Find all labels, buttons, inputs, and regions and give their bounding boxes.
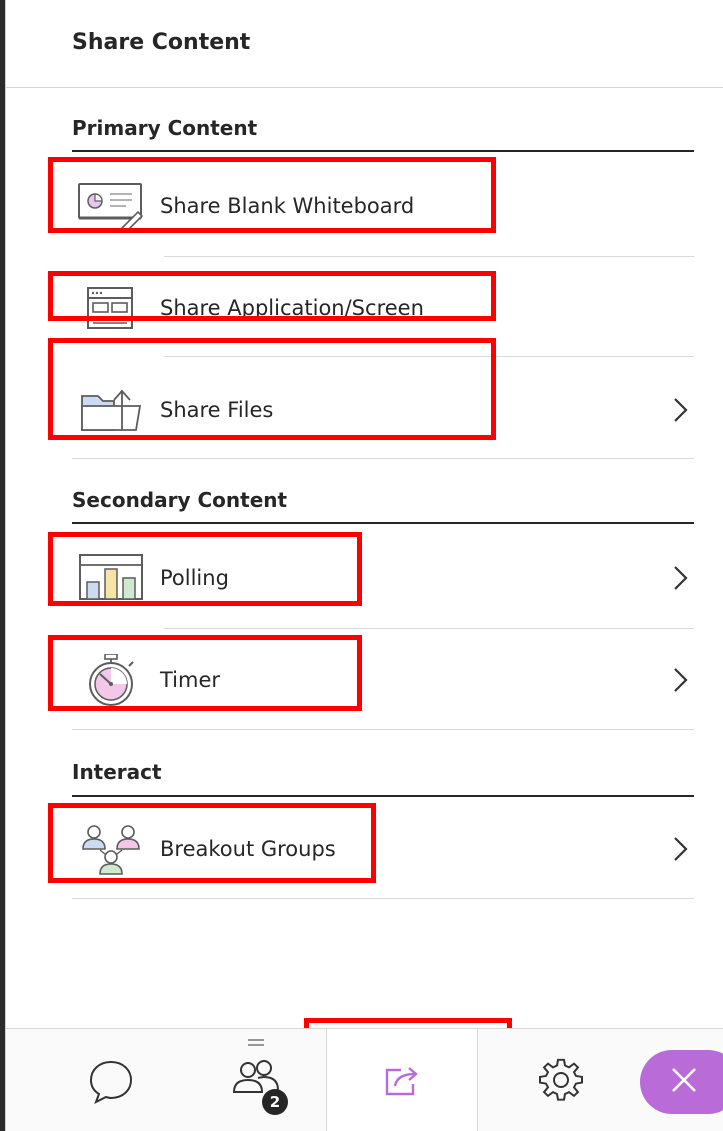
section-title-primary: Primary Content <box>72 116 258 140</box>
chevron-right-icon <box>672 564 690 592</box>
bottom-toolbar: 2 <box>6 1028 723 1131</box>
share-application-screen-item[interactable]: Share Application/Screen <box>72 268 694 348</box>
share-files-item[interactable]: Share Files <box>72 370 694 450</box>
section-divider <box>72 458 694 459</box>
chat-button[interactable] <box>66 1029 156 1131</box>
item-divider <box>164 256 694 257</box>
stopwatch-icon <box>78 653 144 706</box>
polling-label: Polling <box>160 566 229 590</box>
close-button[interactable] <box>640 1050 723 1114</box>
attendees-button[interactable]: 2 <box>206 1029 306 1131</box>
folder-upload-icon <box>78 384 144 436</box>
chevron-right-icon <box>672 666 690 694</box>
item-divider <box>164 628 694 629</box>
breakout-groups-icon <box>78 823 144 875</box>
share-content-panel: Share Content Primary Content Share Blan… <box>5 0 723 1131</box>
close-icon <box>670 1066 698 1098</box>
polling-item[interactable]: Polling <box>72 538 694 618</box>
item-divider <box>164 356 694 357</box>
panel-title: Share Content <box>72 30 251 55</box>
section-divider <box>72 729 694 730</box>
chevron-right-icon <box>672 835 690 863</box>
section-rule-interact <box>72 795 694 797</box>
share-content-button[interactable] <box>326 1029 478 1131</box>
panel-header: Share Content <box>6 0 723 88</box>
application-window-icon <box>78 282 144 334</box>
share-application-screen-label: Share Application/Screen <box>160 296 424 320</box>
section-rule-secondary <box>72 522 694 524</box>
drag-handle-icon <box>248 1039 264 1047</box>
attendees-count-badge: 2 <box>262 1089 288 1115</box>
gear-icon <box>538 1058 584 1104</box>
settings-button[interactable] <box>526 1029 596 1131</box>
timer-label: Timer <box>160 668 221 692</box>
breakout-groups-item[interactable]: Breakout Groups <box>72 809 694 889</box>
section-divider <box>72 898 694 899</box>
whiteboard-icon <box>78 180 144 233</box>
share-files-label: Share Files <box>160 398 274 422</box>
section-rule-primary <box>72 150 694 152</box>
share-blank-whiteboard-item[interactable]: Share Blank Whiteboard <box>72 166 694 246</box>
section-title-secondary: Secondary Content <box>72 488 288 512</box>
poll-chart-icon <box>78 552 144 605</box>
breakout-groups-label: Breakout Groups <box>160 837 336 861</box>
share-blank-whiteboard-label: Share Blank Whiteboard <box>160 194 415 218</box>
share-content-icon <box>381 1060 423 1102</box>
chevron-right-icon <box>672 396 690 424</box>
timer-item[interactable]: Timer <box>72 640 694 720</box>
section-title-interact: Interact <box>72 760 162 784</box>
chat-bubble-icon <box>86 1056 136 1106</box>
